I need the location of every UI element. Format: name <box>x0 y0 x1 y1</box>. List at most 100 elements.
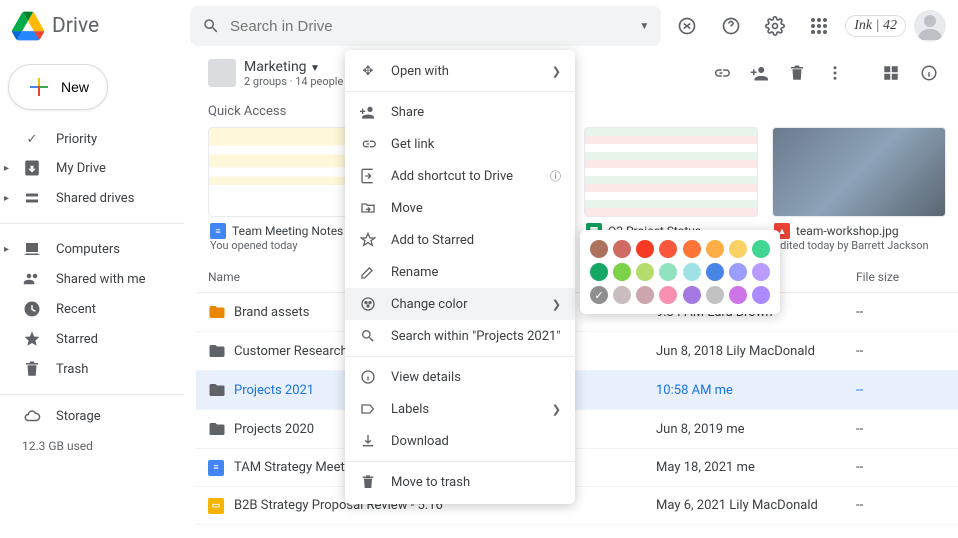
help-icon[interactable] <box>713 8 749 44</box>
color-swatch[interactable] <box>659 240 677 258</box>
ctx-get-link[interactable]: Get link <box>345 128 575 160</box>
share-button[interactable] <box>742 56 776 90</box>
color-swatch[interactable] <box>729 286 747 304</box>
color-swatch[interactable] <box>636 263 654 281</box>
color-swatch[interactable] <box>729 240 747 258</box>
context-menu: ✥Open with❯ Share Get link Add shortcut … <box>345 50 575 504</box>
nav-storage[interactable]: Storage <box>0 401 184 431</box>
file-icon: ≡ <box>208 459 234 476</box>
new-button[interactable]: New <box>8 64 108 110</box>
color-swatch[interactable] <box>683 240 701 258</box>
color-swatch[interactable]: ✓ <box>590 286 608 304</box>
nav-my-drive[interactable]: ▸My Drive <box>0 153 184 183</box>
delete-button[interactable] <box>780 56 814 90</box>
nav-trash[interactable]: Trash <box>0 354 184 384</box>
computers-icon <box>22 240 42 258</box>
more-button[interactable] <box>818 56 852 90</box>
search-options-icon[interactable]: ▼ <box>639 21 649 32</box>
color-swatch[interactable] <box>752 286 770 304</box>
settings-icon[interactable] <box>757 8 793 44</box>
link-icon <box>359 136 377 152</box>
logo-area[interactable]: Drive <box>12 10 182 42</box>
shortcut-icon <box>359 168 377 184</box>
color-swatch[interactable] <box>590 240 608 258</box>
file-row[interactable]: ≡TAM Strategy Meeting 2020May 18, 2021 m… <box>196 449 958 487</box>
ctx-add-starred[interactable]: Add to Starred <box>345 224 575 256</box>
expand-icon[interactable]: ▸ <box>4 163 9 174</box>
color-palette: ✓ <box>580 230 780 314</box>
ctx-add-shortcut[interactable]: Add shortcut to Driveⓘ <box>345 160 575 192</box>
file-row[interactable]: ▭B2B Strategy Proposal Review - 5.16May … <box>196 487 958 525</box>
search-input[interactable] <box>230 18 629 35</box>
color-swatch[interactable] <box>590 263 608 281</box>
color-swatch[interactable] <box>659 263 677 281</box>
quick-access-row: ≡Team Meeting Notes You opened today ▦Q2… <box>196 123 958 262</box>
ctx-search-within[interactable]: Search within "Projects 2021" <box>345 320 575 352</box>
color-swatch[interactable] <box>636 286 654 304</box>
nav-priority[interactable]: ✓Priority <box>0 126 184 153</box>
color-swatch[interactable] <box>706 286 724 304</box>
file-row[interactable]: Projects 202110:58 AM me-- <box>196 371 958 410</box>
ctx-change-color[interactable]: Change color❯ <box>345 288 575 320</box>
color-swatch[interactable] <box>613 263 631 281</box>
quick-thumb <box>772 127 946 217</box>
get-link-button[interactable] <box>704 56 738 90</box>
ctx-share[interactable]: Share <box>345 96 575 128</box>
nav-computers[interactable]: ▸Computers <box>0 234 184 264</box>
ctx-download[interactable]: Download <box>345 425 575 457</box>
ctx-open-with[interactable]: ✥Open with❯ <box>345 56 575 87</box>
ctx-move-to-trash[interactable]: Move to trash <box>345 466 575 498</box>
file-row[interactable]: Customer ResearchJun 8, 2018 Lily MacDon… <box>196 332 958 371</box>
color-icon <box>359 296 377 312</box>
color-swatch[interactable] <box>659 286 677 304</box>
chevron-down-icon: ▼ <box>310 63 320 74</box>
ctx-rename[interactable]: Rename <box>345 256 575 288</box>
help-icon[interactable]: ⓘ <box>550 168 561 184</box>
details-button[interactable] <box>912 56 946 90</box>
main-content: Marketing ▼ 2 groups · 14 people Quick A… <box>196 52 958 525</box>
expand-icon[interactable]: ▸ <box>4 244 9 255</box>
sidebar: New ✓Priority ▸My Drive ▸Shared drives ▸… <box>0 52 184 469</box>
nav-shared-with-me[interactable]: Shared with me <box>0 264 184 294</box>
apps-icon[interactable] <box>801 8 837 44</box>
file-icon <box>208 342 234 360</box>
file-modified: Jun 8, 2018 Lily MacDonald <box>656 344 856 359</box>
file-size: -- <box>856 498 946 513</box>
col-size[interactable]: File size <box>856 270 946 284</box>
offline-status-icon[interactable] <box>669 8 705 44</box>
nav-starred[interactable]: Starred <box>0 324 184 354</box>
ctx-labels[interactable]: Labels❯ <box>345 393 575 425</box>
nav-shared-drives[interactable]: ▸Shared drives <box>0 183 184 213</box>
priority-icon: ✓ <box>22 132 42 147</box>
chevron-right-icon: ❯ <box>552 403 561 416</box>
color-swatch[interactable] <box>706 240 724 258</box>
file-row[interactable]: Brand assets9:34 AM Lara Brown-- <box>196 293 958 332</box>
color-swatch[interactable] <box>706 263 724 281</box>
open-with-icon: ✥ <box>359 64 377 79</box>
account-avatar[interactable] <box>914 10 946 42</box>
file-row[interactable]: Projects 2020Jun 8, 2019 me-- <box>196 410 958 449</box>
quick-thumb <box>584 127 758 217</box>
ctx-move[interactable]: Move <box>345 192 575 224</box>
nav-recent[interactable]: Recent <box>0 294 184 324</box>
folder-breadcrumb[interactable]: Marketing ▼ 2 groups · 14 people <box>208 59 343 88</box>
color-swatch[interactable] <box>752 263 770 281</box>
color-swatch[interactable] <box>613 240 631 258</box>
color-swatch[interactable] <box>613 286 631 304</box>
ctx-view-details[interactable]: View details <box>345 361 575 393</box>
color-swatch[interactable] <box>636 240 654 258</box>
color-swatch[interactable] <box>683 263 701 281</box>
expand-icon[interactable]: ▸ <box>4 193 9 204</box>
recent-icon <box>22 300 42 318</box>
file-modified: 10:58 AM me <box>656 383 856 398</box>
color-swatch[interactable] <box>752 240 770 258</box>
quick-card[interactable]: ▲team-workshop.jpg Edited today by Barre… <box>772 127 946 252</box>
view-toggle-button[interactable] <box>874 56 908 90</box>
search-bar[interactable]: ▼ <box>190 6 661 46</box>
color-swatch[interactable] <box>729 263 747 281</box>
search-icon <box>202 17 220 35</box>
divider <box>0 394 184 395</box>
file-size: -- <box>856 460 946 475</box>
color-swatch[interactable] <box>683 286 701 304</box>
folder-toolbar: Marketing ▼ 2 groups · 14 people <box>196 52 958 94</box>
